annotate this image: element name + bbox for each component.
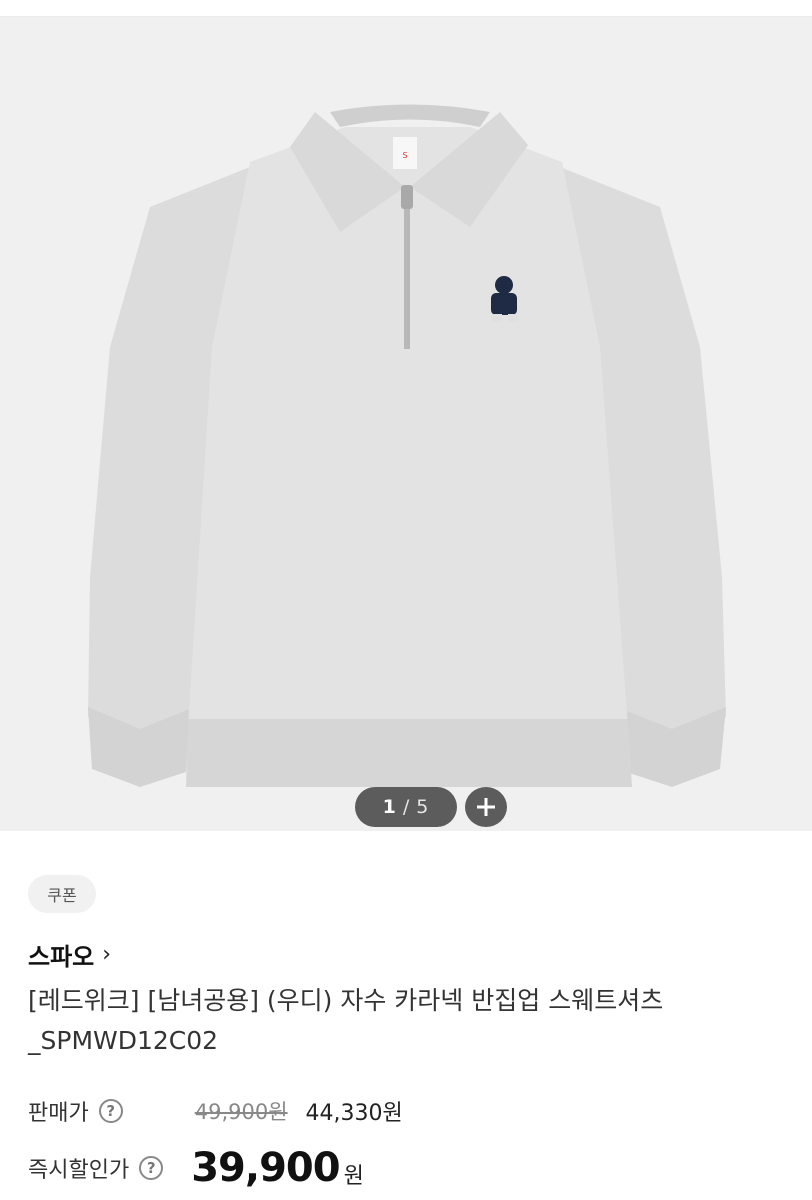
plus-icon (477, 798, 495, 816)
brand-link[interactable]: 스파오 › (28, 937, 111, 972)
pager-current: 1 (382, 796, 397, 818)
chevron-right-icon: › (102, 942, 112, 967)
top-bar (0, 0, 812, 17)
svg-text:S: S (402, 151, 407, 160)
product-image-gallery[interactable]: S 1 / 5 (0, 17, 812, 831)
sale-price-row: 판매가 ? 49,900원 44,330원 (28, 1095, 403, 1127)
final-price: 39,900 (191, 1145, 340, 1191)
product-image[interactable]: S (0, 17, 812, 831)
image-pager: 1 / 5 (355, 787, 457, 827)
coupon-badge[interactable]: 쿠폰 (28, 875, 96, 913)
question-circle-icon[interactable]: ? (98, 1099, 123, 1123)
final-price-unit: 원 (343, 1164, 364, 1189)
sale-price-label: 판매가 (28, 1101, 89, 1126)
instant-discount-row: 즉시할인가 ? 39,900 원 (28, 1145, 364, 1191)
brand-name: 스파오 (28, 943, 95, 971)
pager-separator: / (402, 796, 411, 818)
zoom-button[interactable] (465, 787, 507, 827)
sale-price: 44,330원 (305, 1101, 403, 1126)
original-price: 49,900원 (194, 1100, 288, 1124)
instant-discount-label: 즉시할인가 (28, 1158, 130, 1183)
question-circle-icon[interactable]: ? (139, 1156, 164, 1180)
pager-total: 5 (416, 796, 430, 818)
product-title: [레드위크] [남녀공용] (우디) 자수 카라넥 반집업 스웨트셔츠_SPMW… (28, 986, 664, 1055)
